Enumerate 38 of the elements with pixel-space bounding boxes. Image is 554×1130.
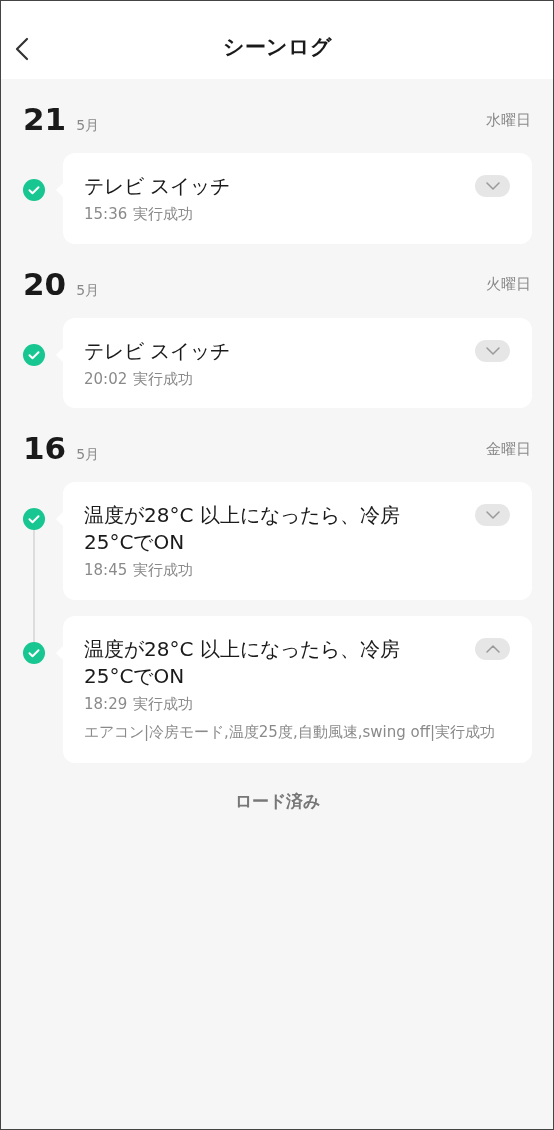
day-number: 16 xyxy=(23,430,67,466)
success-check-icon xyxy=(23,641,45,664)
run-result: 実行成功 xyxy=(133,693,194,715)
chevron-down-icon xyxy=(485,346,500,355)
chevron-down-icon xyxy=(485,511,500,519)
success-check-icon xyxy=(23,343,45,366)
weekday-label: 水曜日 xyxy=(486,109,531,131)
month-label: 5月 xyxy=(76,116,100,135)
run-time: 20:02 xyxy=(84,368,128,390)
scene-title: テレビ スイッチ xyxy=(84,337,232,365)
expand-toggle[interactable] xyxy=(475,504,510,526)
chevron-up-icon xyxy=(485,644,500,653)
loaded-status: ロード済み xyxy=(234,790,320,813)
chevron-down-icon xyxy=(485,182,500,190)
weekday-label: 金曜日 xyxy=(486,438,531,460)
run-result: 実行成功 xyxy=(133,204,194,225)
day-number: 20 xyxy=(23,265,67,302)
expand-toggle[interactable] xyxy=(475,637,510,660)
back-button[interactable] xyxy=(13,35,31,63)
run-time: 18:45 xyxy=(84,560,128,581)
scene-title: テレビ スイッチ xyxy=(84,173,232,200)
expand-toggle[interactable] xyxy=(475,339,510,362)
action-detail: エアコン|冷房モード,温度25度,自動風速,swing off|実行成功 xyxy=(84,722,497,743)
run-result: 実行成功 xyxy=(133,560,194,581)
scene-title: 温度が28°C 以上になったら、冷房 25°CでON xyxy=(84,502,401,556)
day-number: 21 xyxy=(23,101,67,137)
run-time: 15:36 xyxy=(84,204,128,225)
back-icon xyxy=(15,37,29,61)
month-label: 5月 xyxy=(76,445,100,464)
page-title: シーンログ xyxy=(222,34,332,62)
success-check-icon xyxy=(23,179,45,201)
weekday-label: 火曜日 xyxy=(486,274,531,295)
month-label: 5月 xyxy=(76,280,100,300)
expand-toggle[interactable] xyxy=(475,175,510,197)
scene-title: 温度が28°C 以上になったら、冷房 25°CでON xyxy=(84,635,401,690)
run-time: 18:29 xyxy=(84,693,128,715)
run-result: 実行成功 xyxy=(133,368,194,390)
success-check-icon xyxy=(23,508,45,530)
